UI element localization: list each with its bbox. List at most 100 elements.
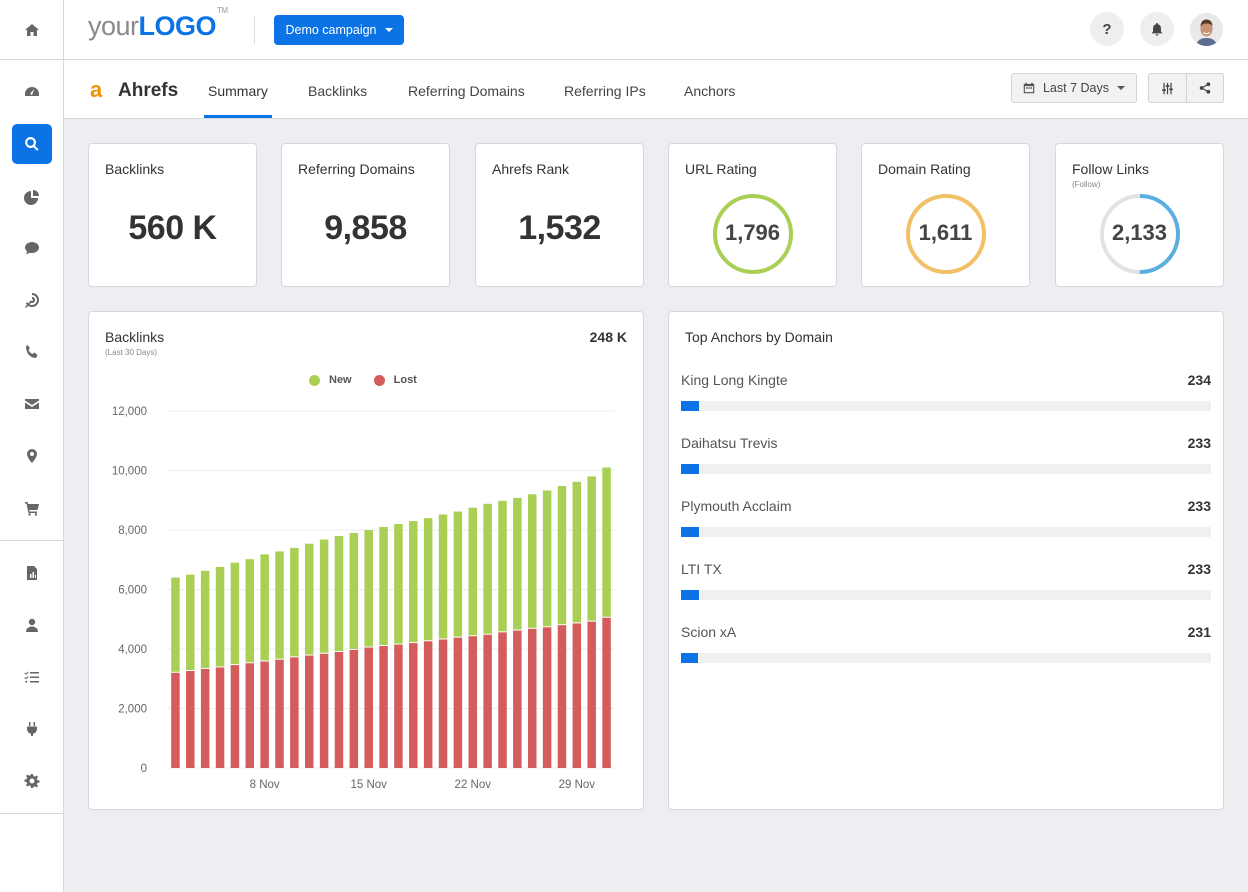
bar-new[interactable]	[200, 570, 210, 668]
bar-new[interactable]	[587, 476, 596, 621]
tab-summary[interactable]: Summary	[208, 83, 268, 99]
bar-new[interactable]	[423, 518, 433, 641]
bar-lost[interactable]	[557, 625, 567, 768]
bar-new[interactable]	[527, 494, 537, 628]
campaign-selector[interactable]: Demo campaign	[274, 15, 404, 45]
logo-prefix: your	[88, 11, 139, 41]
bar-new[interactable]	[379, 527, 388, 646]
bar-lost[interactable]	[483, 634, 492, 768]
sidebar-item-settings[interactable]	[12, 761, 52, 801]
bar-lost[interactable]	[290, 657, 299, 768]
bar-lost[interactable]	[468, 636, 478, 768]
bar-new[interactable]	[572, 481, 582, 623]
x-tick-label: 29 Nov	[559, 779, 596, 791]
bar-lost[interactable]	[200, 668, 210, 768]
bar-lost[interactable]	[334, 651, 344, 768]
bar-lost[interactable]	[304, 655, 314, 768]
bar-lost[interactable]	[215, 667, 225, 768]
bar-new[interactable]	[275, 551, 284, 659]
bar-new[interactable]	[453, 511, 463, 637]
bar-new[interactable]	[438, 514, 448, 639]
bar-new[interactable]	[364, 530, 373, 647]
sidebar-item-local[interactable]	[12, 436, 52, 476]
bar-lost[interactable]	[587, 621, 596, 768]
bar-lost[interactable]	[423, 641, 433, 768]
bar-lost[interactable]	[602, 617, 611, 768]
bar-new[interactable]	[334, 535, 344, 651]
sidebar-item-home[interactable]	[0, 0, 63, 60]
sidebar-item-integrations[interactable]	[12, 709, 52, 749]
bar-lost[interactable]	[349, 649, 359, 768]
notifications-button[interactable]	[1140, 12, 1174, 46]
bar-new[interactable]	[513, 497, 522, 630]
sidebar-item-dashboard[interactable]	[12, 72, 52, 112]
brand-logo[interactable]: yourLOGOTM	[88, 6, 228, 42]
bar-new[interactable]	[409, 521, 418, 643]
bar-lost[interactable]	[319, 653, 329, 768]
bar-lost[interactable]	[245, 663, 255, 768]
metric-title: URL Rating	[685, 161, 757, 177]
bar-lost[interactable]	[260, 661, 269, 768]
bar-lost[interactable]	[364, 647, 373, 768]
sidebar-item-ppc[interactable]	[12, 280, 52, 320]
bar-lost[interactable]	[171, 672, 180, 768]
bar-new[interactable]	[245, 559, 255, 663]
bar-new[interactable]	[602, 467, 611, 617]
sidebar-item-email[interactable]	[12, 384, 52, 424]
metric-value: 1,796	[724, 220, 781, 245]
tab-referring-ips[interactable]: Referring IPs	[564, 83, 646, 99]
bar-new[interactable]	[319, 539, 329, 653]
bar-lost[interactable]	[527, 628, 537, 768]
anchor-bar-fill	[681, 590, 699, 600]
anchor-row: Daihatsu Trevis 233	[681, 435, 1211, 485]
help-button[interactable]: ?	[1090, 12, 1124, 46]
bar-lost[interactable]	[379, 646, 388, 768]
bar-new[interactable]	[186, 574, 195, 671]
customize-button[interactable]	[1149, 74, 1186, 102]
bar-lost[interactable]	[394, 644, 403, 768]
bar-new[interactable]	[290, 547, 299, 657]
bar-lost[interactable]	[275, 659, 284, 768]
bar-new[interactable]	[468, 507, 478, 636]
sidebar-item-report-builder[interactable]	[12, 553, 52, 593]
sidebar-item-tasks[interactable]	[12, 657, 52, 697]
anchor-label: King Long Kingte	[681, 372, 788, 388]
bar-lost[interactable]	[513, 630, 522, 768]
bar-lost[interactable]	[186, 671, 195, 768]
bar-lost[interactable]	[572, 623, 582, 768]
bar-lost[interactable]	[409, 643, 418, 768]
user-avatar[interactable]	[1190, 13, 1223, 46]
sidebar-item-seo[interactable]	[12, 124, 52, 164]
sidebar-item-ecommerce[interactable]	[12, 488, 52, 528]
bar-new[interactable]	[215, 566, 225, 667]
ahrefs-logo-icon: a	[90, 77, 103, 102]
bar-lost[interactable]	[542, 627, 552, 768]
bar-new[interactable]	[260, 554, 269, 661]
bar-new[interactable]	[498, 500, 507, 632]
sidebar-item-users[interactable]	[12, 605, 52, 645]
bar-new[interactable]	[557, 485, 567, 625]
bar-new[interactable]	[230, 562, 240, 665]
sidebar-item-reports[interactable]	[12, 177, 52, 217]
anchor-row: Plymouth Acclaim 233	[681, 498, 1211, 548]
bar-new[interactable]	[394, 524, 403, 644]
tab-backlinks[interactable]: Backlinks	[308, 83, 367, 99]
bar-new[interactable]	[304, 543, 314, 655]
bar-lost[interactable]	[498, 632, 507, 768]
top-anchors-card: Top Anchors by Domain King Long Kingte 23…	[668, 311, 1224, 810]
sidebar-item-calls[interactable]	[12, 332, 52, 372]
tab-anchors[interactable]: Anchors	[684, 83, 735, 99]
tab-referring-domains[interactable]: Referring Domains	[408, 83, 525, 99]
share-button[interactable]	[1185, 74, 1224, 102]
bar-lost[interactable]	[438, 639, 448, 768]
bar-new[interactable]	[349, 532, 359, 649]
bar-new[interactable]	[171, 577, 180, 672]
sidebar-item-social[interactable]	[12, 228, 52, 268]
anchor-label: LTI TX	[681, 561, 722, 577]
bar-new[interactable]	[483, 503, 492, 634]
metric-value: 1,532	[518, 209, 601, 247]
bar-new[interactable]	[542, 490, 552, 627]
bar-lost[interactable]	[453, 637, 463, 768]
date-range-selector[interactable]: Last 7 Days	[1011, 73, 1137, 103]
bar-lost[interactable]	[230, 665, 240, 768]
